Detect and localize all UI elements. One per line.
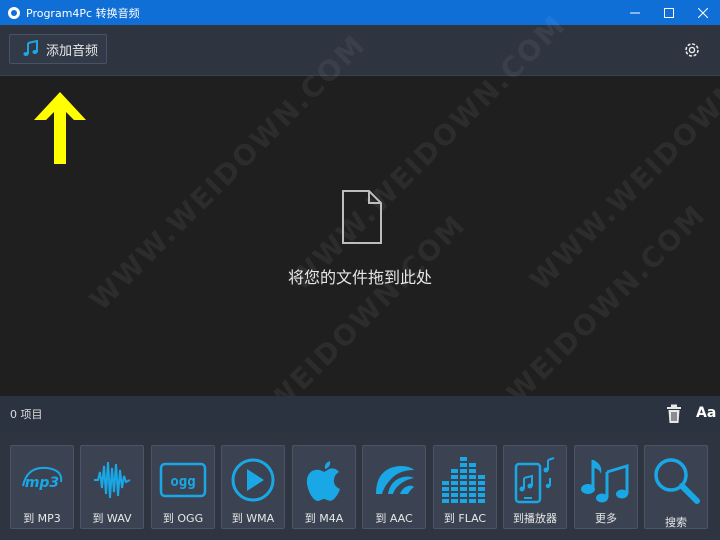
app-icon [8,6,20,19]
add-audio-button[interactable]: 添加音频 [9,34,107,64]
format-label: 更多 [595,512,617,525]
ogg-icon: ogg [159,462,207,498]
svg-text:ogg: ogg [170,474,195,490]
format-label: 搜索 [665,516,687,529]
maximize-icon [664,7,674,18]
format-label: 到播放器 [513,512,557,525]
status-bar: 0 项目 Aa [0,396,720,432]
search-icon [654,458,700,504]
format-bar: mp3 到 MP3 到 WAV ogg 到 OGG 到 WMA 到 M4A 到 … [0,432,720,540]
window-title: Program4Pc 转换音频 [26,6,140,20]
mp3-icon: mp3 [22,466,63,491]
window-controls [618,0,720,25]
format-label: 到 MP3 [23,512,61,525]
format-label: 到 M4A [304,512,344,525]
format-label: 到 OGG [162,512,204,525]
apple-icon [306,461,340,501]
convert-aac-button[interactable]: 到 AAC [362,445,426,529]
close-button[interactable] [686,0,720,25]
convert-wav-button[interactable]: 到 WAV [80,445,144,529]
music-note-icon [23,40,38,56]
file-icon [342,190,382,244]
trash-icon[interactable] [666,404,682,424]
convert-ogg-button[interactable]: ogg 到 OGG [151,445,215,529]
title-bar: Program4Pc 转换音频 [0,0,720,25]
convert-flac-button[interactable]: 到 FLAC [433,445,497,529]
svg-text:mp3: mp3 [25,475,59,491]
format-label: 到 FLAC [443,512,487,525]
close-icon [698,7,708,18]
minimize-icon [630,12,640,13]
minimize-button[interactable] [618,0,652,25]
waveform-icon [94,461,131,499]
search-button[interactable]: 搜索 [644,445,708,529]
play-icon [231,458,275,502]
maximize-button[interactable] [652,0,686,25]
font-size-button[interactable]: Aa [696,405,716,421]
music-notes-icon [581,460,629,503]
drop-hint: 将您的文件拖到此处 [287,268,432,287]
more-formats-button[interactable]: 更多 [574,445,638,529]
item-count: 0 项目 [10,408,43,421]
aac-icon [376,466,414,494]
format-label: 到 WMA [231,512,275,525]
convert-wma-button[interactable]: 到 WMA [221,445,285,529]
drop-zone[interactable]: WWW.WEIDOWN.COM WWW.WEIDOWN.COM WWW.WEID… [0,8,720,497]
arrow-up-icon [34,92,86,164]
format-label: 到 AAC [375,512,413,525]
convert-player-button[interactable]: 到播放器 [503,445,567,529]
add-audio-label: 添加音频 [46,43,99,59]
phone-music-icon [514,457,555,504]
equalizer-icon [442,457,485,503]
gear-icon[interactable] [682,40,702,60]
convert-m4a-button[interactable]: 到 M4A [292,445,356,529]
convert-mp3-button[interactable]: mp3 到 MP3 [10,445,74,529]
format-label: 到 WAV [92,512,132,525]
